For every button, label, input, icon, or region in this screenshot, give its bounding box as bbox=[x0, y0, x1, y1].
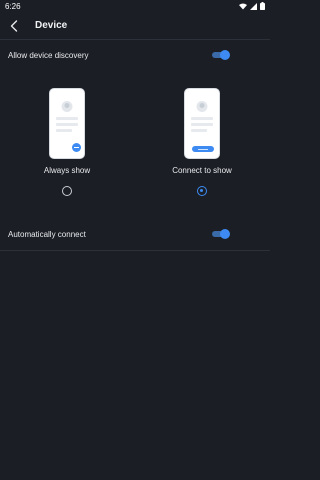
device-settings-screen: 6:26 Device Allow device discovery Alway… bbox=[0, 0, 270, 480]
option-label-always-show: Always show bbox=[43, 166, 91, 175]
header-divider bbox=[0, 39, 270, 40]
placeholder-line bbox=[56, 117, 78, 120]
auto-connect-row[interactable]: Automatically connect bbox=[0, 224, 270, 244]
option-connect-to-show[interactable]: Connect to show bbox=[152, 88, 252, 196]
connect-bar-icon bbox=[192, 146, 214, 152]
placeholder-line bbox=[191, 129, 207, 132]
avatar-placeholder-icon bbox=[196, 101, 208, 112]
status-time: 6:26 bbox=[5, 1, 21, 11]
phone-with-fab-illustration bbox=[49, 88, 85, 159]
avatar-placeholder-icon bbox=[61, 101, 73, 112]
fab-icon bbox=[72, 143, 81, 152]
battery-icon bbox=[260, 2, 265, 10]
discovery-label: Allow device discovery bbox=[8, 50, 89, 60]
radio-always-show[interactable] bbox=[62, 186, 72, 196]
app-bar: Device bbox=[0, 12, 270, 39]
auto-connect-toggle[interactable] bbox=[212, 229, 230, 239]
placeholder-line bbox=[191, 123, 213, 126]
wifi-icon bbox=[239, 3, 247, 9]
radio-connect-to-show[interactable] bbox=[197, 186, 207, 196]
bottom-divider bbox=[0, 250, 270, 251]
placeholder-line bbox=[191, 117, 213, 120]
discovery-toggle[interactable] bbox=[212, 50, 230, 60]
status-bar: 6:26 bbox=[0, 0, 270, 12]
toggle-thumb bbox=[220, 50, 230, 60]
discovery-row[interactable]: Allow device discovery bbox=[0, 45, 270, 65]
status-icons bbox=[239, 2, 265, 10]
signal-icon bbox=[250, 2, 257, 10]
placeholder-line bbox=[56, 129, 72, 132]
placeholder-line bbox=[56, 123, 78, 126]
back-button[interactable] bbox=[1, 12, 27, 39]
page-title: Device bbox=[35, 20, 68, 31]
option-label-connect-to-show: Connect to show bbox=[172, 166, 232, 175]
option-always-show[interactable]: Always show bbox=[17, 88, 117, 196]
toggle-thumb bbox=[220, 229, 230, 239]
auto-connect-label: Automatically connect bbox=[8, 229, 86, 239]
phone-with-button-illustration bbox=[184, 88, 220, 159]
back-chevron-icon bbox=[10, 19, 18, 32]
